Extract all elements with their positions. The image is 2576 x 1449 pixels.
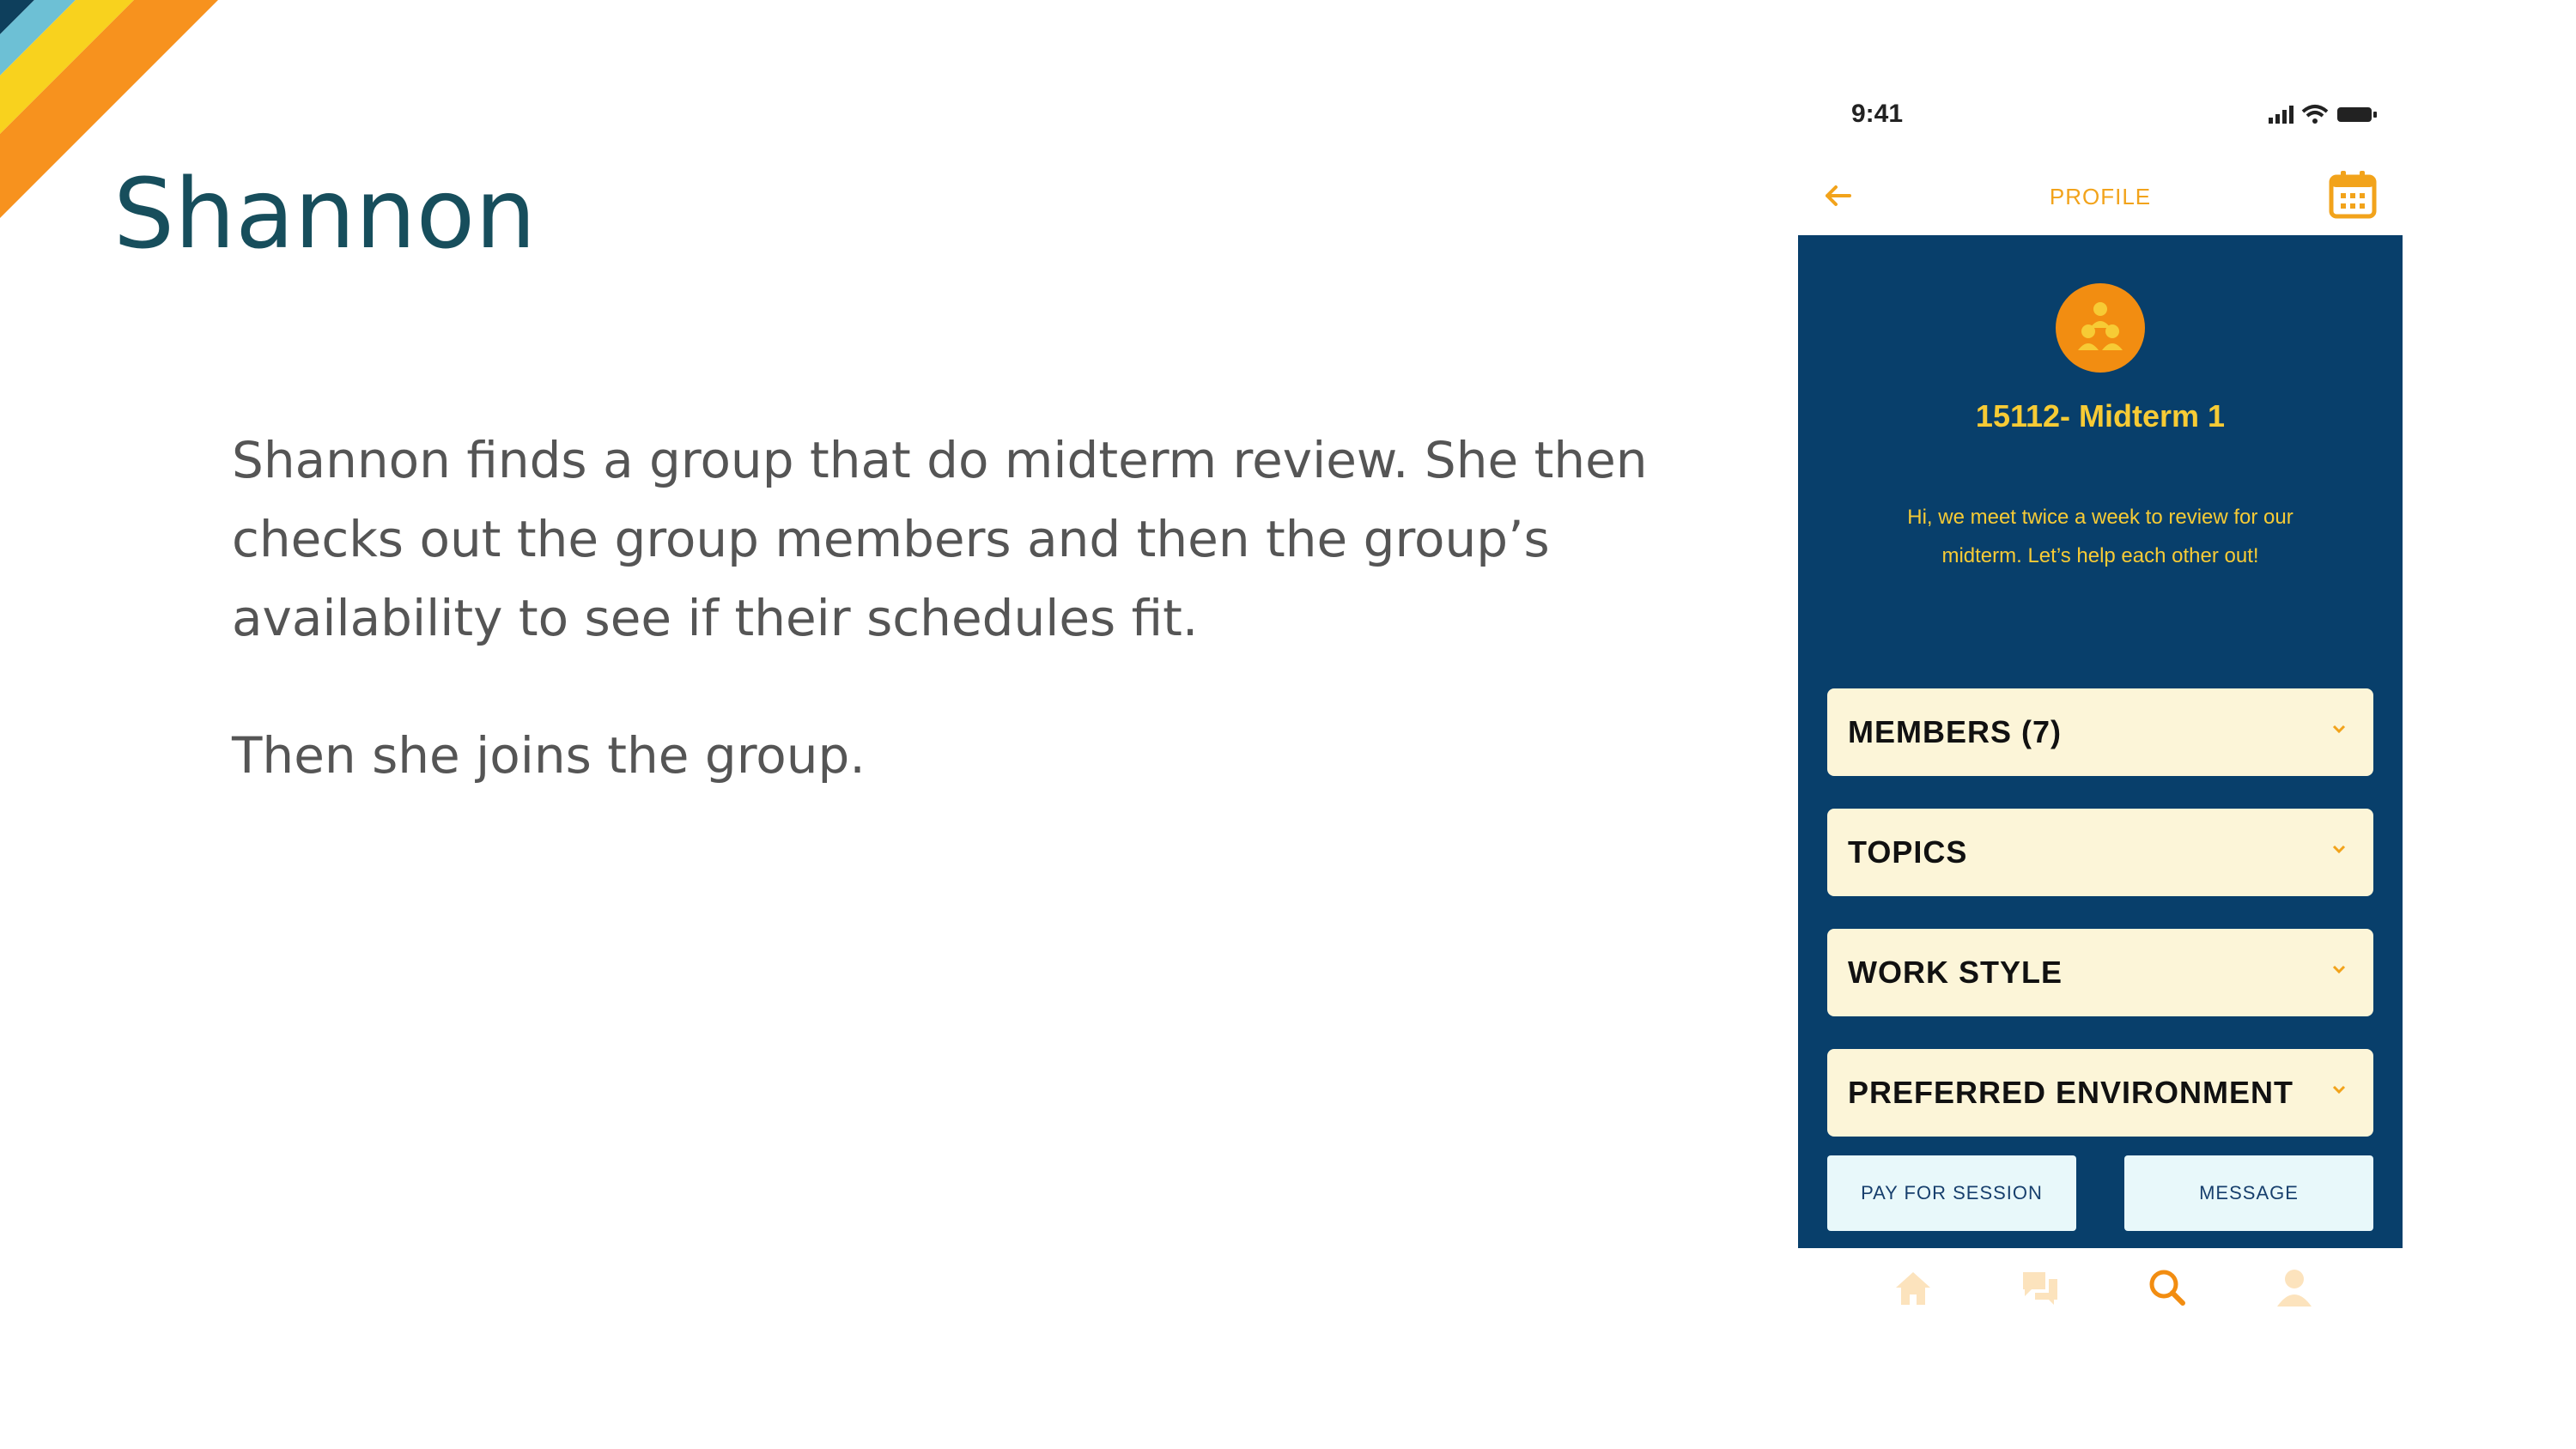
phone-mockup: 9:41 PROFILE 15112- Midterm 1 Hi, we mee… <box>1798 86 2403 1356</box>
topics-accordion[interactable]: TOPICS <box>1827 809 2373 896</box>
calendar-icon[interactable] <box>2329 170 2377 224</box>
status-icons <box>2269 103 2380 130</box>
work-style-accordion[interactable]: WORK STYLE <box>1827 929 2373 1016</box>
header-title: PROFILE <box>2049 184 2152 209</box>
body-paragraph-1: Shannon finds a group that do midterm re… <box>232 431 1648 647</box>
pay-for-session-button[interactable]: PAY FOR SESSION <box>1827 1155 2076 1231</box>
preferred-environment-accordion[interactable]: PREFERRED ENVIRONMENT <box>1827 1049 2373 1137</box>
user-icon[interactable] <box>2272 1265 2317 1314</box>
chevron-down-icon <box>2332 724 2346 734</box>
signal-wifi-battery-icon <box>2269 105 2377 124</box>
chevron-down-icon <box>2332 1085 2346 1094</box>
group-avatar <box>2056 283 2145 373</box>
accordion-label: MEMBERS (7) <box>1848 714 2063 749</box>
group-name: 15112- Midterm 1 <box>1975 398 2226 433</box>
search-icon[interactable] <box>2145 1265 2190 1314</box>
status-bar: 9:41 <box>1798 86 2403 155</box>
app-header: PROFILE <box>1798 155 2403 235</box>
slide-title: Shannon <box>113 159 537 270</box>
slide-body: Shannon finds a group that do midterm re… <box>232 421 1692 853</box>
group-people-icon <box>2078 302 2123 350</box>
chat-icon[interactable] <box>2018 1265 2063 1314</box>
accordion-label: TOPICS <box>1848 834 1968 870</box>
accordion-label: WORK STYLE <box>1848 955 2063 990</box>
bottom-nav <box>1798 1248 2403 1343</box>
chevron-down-icon <box>2332 965 2346 974</box>
group-profile-panel: 15112- Midterm 1 Hi, we meet twice a wee… <box>1798 235 2403 1248</box>
home-icon[interactable] <box>1891 1265 1935 1314</box>
chevron-down-icon <box>2332 845 2346 854</box>
accordion-label: PREFERRED ENVIRONMENT <box>1848 1075 2294 1110</box>
status-time: 9:41 <box>1851 100 1904 128</box>
members-accordion[interactable]: MEMBERS (7) <box>1827 688 2373 776</box>
message-button[interactable]: MESSAGE <box>2124 1155 2373 1231</box>
body-paragraph-2: Then she joins the group. <box>232 726 866 785</box>
group-description: Hi, we meet twice a week to review for o… <box>1907 506 2293 567</box>
